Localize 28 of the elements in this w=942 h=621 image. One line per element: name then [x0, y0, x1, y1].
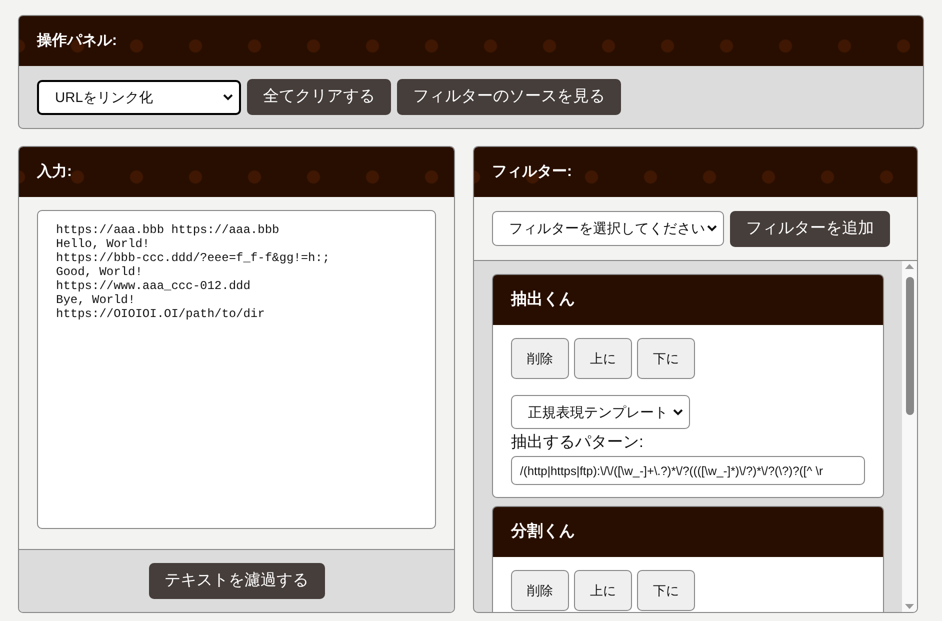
panel-header: 入力: [19, 147, 454, 197]
add-filter-button[interactable]: フィルターを追加 [730, 210, 890, 246]
filter-title: 抽出くん [493, 275, 883, 325]
filter-action-button[interactable]: 上に [574, 570, 632, 611]
input-textarea[interactable]: https://aaa.bbb https://aaa.bbb Hello, World! https://bbb-ccc.ddd/?eee=f_f-f&gg!=h:; Good, World! https://www.aaa_ccc-012.ddd Bye, World! https://OIOIOI.OI/path/to/dir [37, 210, 436, 529]
chevron-down-icon [707, 225, 717, 232]
filter-action-button[interactable]: 削除 [511, 338, 569, 379]
template-select[interactable]: 正規表現テンプレート [511, 395, 690, 429]
panel-button[interactable]: フィルターのソースを見る [397, 79, 621, 115]
filter-action-button[interactable]: 削除 [511, 570, 569, 611]
filter-action-button[interactable]: 上に [574, 338, 632, 379]
scroll-down-icon[interactable] [905, 604, 914, 609]
panel-header: 操作パネル: [19, 16, 923, 66]
scrollbar-thumb[interactable] [906, 277, 914, 415]
chevron-down-icon [223, 94, 233, 100]
pattern-field[interactable]: /(http|https|ftp):\/\/([\w_-]+\.?)*\/?((([\w_-]*)\/?)*\/?(\?)?([^ \r [511, 456, 865, 485]
filter-select[interactable]: フィルターを選択してください [492, 211, 724, 246]
scroll-up-icon[interactable] [905, 264, 914, 269]
chevron-down-icon [673, 408, 683, 416]
filter-text-button[interactable]: テキストを濾過する [148, 563, 324, 599]
scrollbar[interactable] [902, 261, 917, 612]
filter-action-button[interactable]: 下に [637, 570, 695, 611]
filter-title: 分割くん [493, 507, 883, 557]
preset-select[interactable]: URLをリンク化 [37, 80, 241, 114]
filter-action-button[interactable]: 下に [637, 338, 695, 379]
panel-header: フィルター: [474, 147, 917, 197]
pattern-label: 抽出するパターン: [511, 433, 644, 453]
panel-button[interactable]: 全てクリアする [247, 79, 391, 115]
